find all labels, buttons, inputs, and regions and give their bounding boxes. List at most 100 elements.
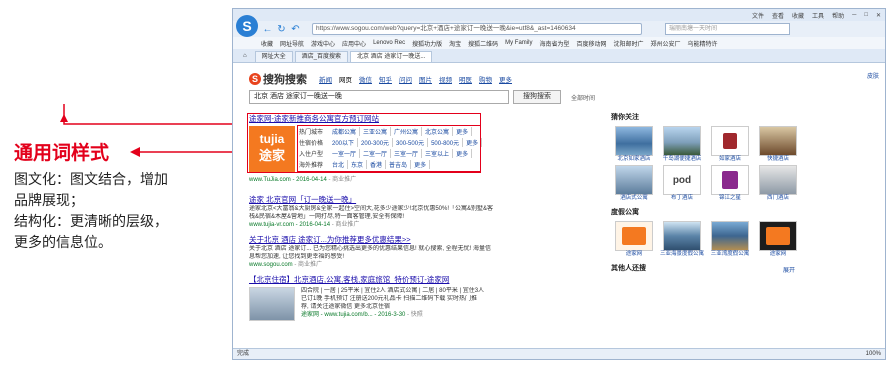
result-url-text[interactable]: www.TuJia.com - 2016-04-14 [249,177,327,183]
sidebar-item[interactable]: 途家网 [755,221,801,258]
bookmark-item[interactable]: 百度移动网 [577,39,607,48]
sidebar-section-title: 其他人还搜 [611,265,646,272]
sidebar-item[interactable]: 锦江之星 [707,165,753,202]
menu-favorites[interactable]: 收藏 [792,11,804,20]
sidebar-item-label: 三亚海景度假公寓 [659,251,704,257]
vertical-images[interactable]: 图片 [419,74,432,84]
bookmark-item[interactable]: 淘宝 [449,39,461,48]
browser-logo-icon: S [236,15,258,37]
search-query-input[interactable]: 北京 酒店 途家订一晚送一晚 [249,90,509,104]
sidebar-item[interactable]: 千岛湖便捷酒店 [659,126,705,163]
refresh-icon[interactable]: ↻ [276,24,287,35]
sidebar: 猜你关注 北京如家酒店 千岛湖便捷酒店 如家酒店 快捷酒店 酒店式公寓 pod 布… [611,113,801,274]
bookmark-item[interactable]: 网址导航 [280,39,304,48]
result-url-text[interactable]: www.sogou.com [249,262,293,268]
result-url-text[interactable]: www.tujia-vr.com - 2016-04-14 [249,222,330,228]
sogou-logo-icon: S [249,73,261,85]
maximize-icon[interactable]: □ [864,12,868,18]
vertical-video[interactable]: 视频 [439,74,452,84]
address-bar[interactable]: https://www.sogou.com/web?query=北京+酒店+途家… [312,23,642,35]
result-url-extra: - 商业推广 [328,177,357,183]
sidebar-item[interactable]: pod 布丁酒店 [659,165,705,202]
annotation-title: 通用词样式 [14,142,110,164]
annotation-line: 更多的信息位。 [14,235,112,251]
zoom-level[interactable]: 100% [866,349,881,359]
vertical-news[interactable]: 新闻 [319,74,332,84]
sidebar-grid: 途家网 三亚海景度假公寓 三亚湾度假公寓 途家网 [611,221,801,258]
vertical-wechat[interactable]: 微信 [359,74,372,84]
search-button[interactable]: 搜狗搜索 [513,90,561,104]
tab-baidu-hotel[interactable]: 酒店_百度搜索 [294,51,348,62]
bookmark-item[interactable]: Lenovo Rec [373,40,405,46]
sidebar-item[interactable]: 如家酒店 [707,126,753,163]
bookmark-item[interactable]: 游戏中心 [311,39,335,48]
hotel-thumbnail [615,126,653,156]
bookmark-item[interactable]: 沈阳邮时广 [614,39,644,48]
status-bar: 完成 100% [233,348,885,359]
vertical-zhihu[interactable]: 知乎 [379,74,392,84]
menu-view[interactable]: 查看 [772,11,784,20]
bookmark-item[interactable]: 收藏 [261,39,273,48]
minimize-icon[interactable]: ─ [852,12,856,18]
home-icon[interactable]: ⌂ [237,51,253,62]
menu-file[interactable]: 文件 [752,11,764,20]
sidebar-item-label: 如家酒店 [718,156,741,162]
sidebar-item[interactable]: 西门酒店 [755,165,801,202]
result-title[interactable]: 关于北京 酒店 途家订...为你推荐更多优惠结果>> [249,234,589,245]
sidebar-item[interactable]: 三亚湾度假公寓 [707,221,753,258]
apartment-thumbnail [711,221,749,251]
sidebar-item[interactable]: 三亚海景度假公寓 [659,221,705,258]
result-item: 途家网-途家新推商务公寓官方预订网站 tujia 途家 热门城市 成都公寓 三亚… [247,113,589,190]
tab-url-directory[interactable]: 网址大全 [254,51,293,62]
sidebar-item[interactable]: 北京如家酒店 [611,126,657,163]
tujia-logo-icon [622,227,646,245]
pod-logo-thumbnail: pod [663,165,701,195]
bookmark-item[interactable]: 搜狐二维码 [468,39,498,48]
vertical-more[interactable]: 更多 [499,74,512,84]
bookmarks-bar: 收藏 网址导航 游戏中心 应用中心 Lenovo Rec 搜狐功力版 淘宝 搜狐… [233,37,885,49]
vertical-web[interactable]: 网页 [339,74,352,84]
sidebar-item-label: 三亚湾度假公寓 [710,251,750,257]
close-icon[interactable]: ✕ [876,12,881,19]
sidebar-item[interactable]: 快捷酒店 [755,126,801,163]
highlight-outer-box [247,113,481,173]
result-url: www.sogou.com - 商业推广 [249,261,589,269]
sidebar-section-title: 猜你关注 [611,114,639,121]
undo-icon[interactable]: ↶ [290,24,301,35]
browser-search-input[interactable]: 瑞丽南塘一天时间 [665,23,790,35]
bookmark-item[interactable]: 应用中心 [342,39,366,48]
sogou-logo[interactable]: S 搜狗搜索 [249,71,307,87]
search-verticals: 新闻 网页 微信 知乎 问问 图片 视频 明医 购物 更多 [319,74,512,84]
menu-tools[interactable]: 工具 [812,11,824,20]
result-item: 关于北京 酒店 途家订...为你推荐更多优惠结果>> 关于北京 酒店 途家订..… [249,234,589,269]
bookmark-item[interactable]: 搜狐功力版 [412,39,442,48]
vertical-shopping[interactable]: 购物 [479,74,492,84]
result-snippet: 荐, 请关注途家微信 更多北京住宿 [301,304,391,310]
skin-link[interactable]: 皮肤 [867,71,879,80]
menu-help[interactable]: 帮助 [832,11,844,20]
time-filter[interactable]: 全部时间 [571,93,595,102]
hotel-logo-thumbnail [711,126,749,156]
tujia-thumbnail [759,221,797,251]
hotel-thumbnail [615,165,653,195]
vertical-wenwen[interactable]: 问问 [399,74,412,84]
expand-link[interactable]: 展开 [783,265,795,274]
bookmark-item[interactable]: My Family [505,40,532,46]
tab-sogou-search[interactable]: 北京 酒店 途家订一晚送... [349,51,433,62]
bookmark-item[interactable]: 郑州公安厂 [651,39,681,48]
hotel-thumbnail [759,126,797,156]
bookmark-item[interactable]: 海南省为型 [539,39,569,48]
result-title[interactable]: 【北京住宿】北京酒店,公寓,客栈,家庭旅馆_特价预订-途家网 [249,274,589,285]
bookmark-item[interactable]: 乌能精特许 [688,39,718,48]
apartment-thumbnail [663,221,701,251]
sidebar-item[interactable]: 途家网 [611,221,657,258]
result-title[interactable]: 途家 北京官网「订一晚送一晚」 [249,194,589,205]
vertical-medical[interactable]: 明医 [459,74,472,84]
result-url: www.tujia-vr.com - 2016-04-14 - 商业推广 [249,221,589,229]
result-url-text[interactable]: 途家网 - www.tujia.com/b... - 2016-3-30 [301,312,405,318]
back-icon[interactable]: ← [262,24,273,35]
sogou-logo-text: 搜狗搜索 [263,74,307,86]
result-thumbnail[interactable] [249,287,295,321]
sidebar-item[interactable]: 酒店式公寓 [611,165,657,202]
result-url-extra[interactable]: - 快照 [407,312,423,318]
